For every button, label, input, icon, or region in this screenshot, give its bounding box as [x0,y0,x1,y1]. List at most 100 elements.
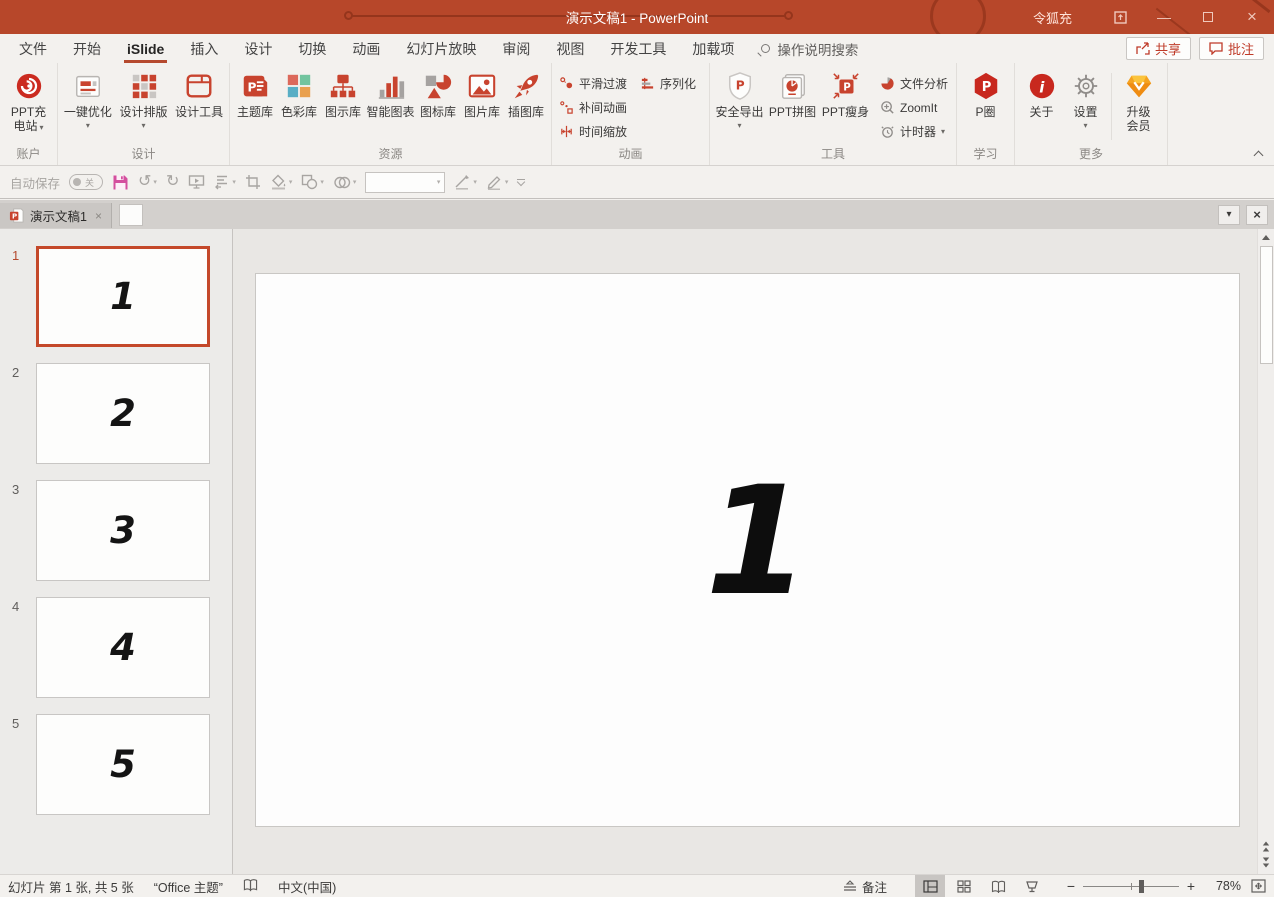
spellcheck-button[interactable] [243,878,258,895]
slide-thumbnail-2[interactable]: 2 2 [0,363,233,464]
previous-slide-button[interactable] [1258,838,1274,854]
ppt-charge-button[interactable]: PPT充 电站 ▾ [3,67,54,133]
comments-button[interactable]: 批注 [1198,37,1264,60]
share-button[interactable]: 共享 [1125,37,1191,60]
slide-sorter-button[interactable] [949,875,979,897]
qat-combobox[interactable]: ▾ [365,171,446,193]
timer-button[interactable]: 计时器 ▾ [876,121,951,142]
autosave-toggle[interactable]: 关 [69,174,104,190]
fit-slide-to-window-button[interactable] [1251,879,1266,893]
theme-library-button[interactable]: P 主题库 [233,67,277,119]
tab-developer[interactable]: 开发工具 [597,34,679,63]
slide-thumbnail-4[interactable]: 4 4 [0,597,233,698]
zoom-out-button[interactable]: − [1063,878,1079,894]
diagram-library-button[interactable]: 图示库 [321,67,365,119]
save-button[interactable] [112,174,129,191]
slide-thumbnail-1[interactable]: 1 1 [0,246,233,347]
notes-button[interactable]: 备注 [843,877,887,896]
reading-view-button[interactable] [983,875,1013,897]
tab-bar-close-button[interactable]: × [1246,204,1268,225]
color-library-icon [283,70,315,102]
theme-name[interactable]: “Office 主题” [154,877,223,896]
ppt-slim-button[interactable]: P PPT瘦身 [819,67,872,119]
close-button[interactable]: × [1230,0,1274,34]
tab-islide[interactable]: iSlide [114,34,177,63]
language-indicator[interactable]: 中文(中国) [278,877,336,896]
slide-thumbnail-box[interactable]: 2 [36,363,210,464]
save-icon [113,175,128,189]
ppt-puzzle-button[interactable]: PPT拼图 [766,67,819,119]
customize-qat-button[interactable] [517,177,526,187]
maximize-button[interactable] [1186,0,1230,34]
tab-close-icon[interactable]: × [95,209,102,223]
zoom-in-button[interactable]: + [1183,878,1199,894]
tab-insert[interactable]: 插入 [177,34,231,63]
minimize-button[interactable]: — [1142,0,1186,34]
tell-me-search[interactable]: 操作说明搜索 [761,34,858,63]
ribbon-display-options-button[interactable] [1098,0,1142,34]
tab-file[interactable]: 文件 [6,34,60,63]
tween-animation-button[interactable]: 补间动画 [555,97,630,118]
group-label-resources: 资源 [378,147,403,161]
smooth-transition-button[interactable]: 平滑过渡 [555,73,630,94]
serialize-button[interactable]: 序列化 [636,73,699,94]
time-scale-button[interactable]: 时间缩放 [555,121,630,142]
file-analysis-button[interactable]: 文件分析 [876,73,951,94]
color-library-button[interactable]: 色彩库 [277,67,321,119]
about-button[interactable]: i 关于 [1020,67,1064,119]
tab-design[interactable]: 设计 [231,34,285,63]
slide-thumbnail-box[interactable]: 3 [36,480,210,581]
slideshow-view-button[interactable] [1017,875,1047,897]
slide-canvas[interactable]: 1 [255,273,1240,827]
scroll-up-button[interactable] [1258,229,1274,245]
zoom-slider[interactable] [1083,879,1179,893]
smart-chart-button[interactable]: 智能图表 [365,67,416,119]
redo-button[interactable]: ↻ [166,174,179,190]
tab-transitions[interactable]: 切换 [285,34,339,63]
tab-review[interactable]: 审阅 [489,34,543,63]
safe-export-button[interactable]: P 安全导出 ▾ [713,67,766,130]
start-slideshow-button[interactable] [188,174,205,190]
upgrade-member-label-line2: 会员 [1126,119,1151,133]
design-layout-icon [128,70,160,102]
illustration-library-button[interactable]: 插图库 [504,67,548,119]
zoomit-button[interactable]: ZoomIt [876,97,951,118]
undo-button[interactable]: ↺ ▾ [138,174,157,190]
collapse-ribbon-button[interactable] [1254,149,1262,157]
design-tools-button[interactable]: 设计工具 [172,67,226,119]
slide-thumbnail-box[interactable]: 5 [36,714,210,815]
slide-thumbnail-box[interactable]: 4 [36,597,210,698]
crop-button[interactable] [245,174,261,190]
tab-slideshow[interactable]: 幻灯片放映 [393,34,489,63]
document-tab-active[interactable]: P 演示文稿1 × [0,203,112,228]
slide-thumbnail-3[interactable]: 3 3 [0,480,233,581]
shape-outline-button[interactable]: ▾ [454,174,477,190]
account-user-name[interactable]: 令狐充 [1033,8,1072,27]
tab-list-dropdown-button[interactable]: ▾ [1218,204,1240,225]
next-slide-button[interactable] [1258,854,1274,870]
normal-view-button[interactable] [915,875,945,897]
shape-button[interactable]: ▾ [301,174,324,190]
zoom-level[interactable]: 78% [1203,879,1241,893]
fill-color-button[interactable]: ▾ [270,174,292,190]
settings-button[interactable]: 设置 ▾ [1064,67,1108,130]
zoom-slider-handle[interactable] [1139,880,1144,893]
tab-home[interactable]: 开始 [60,34,114,63]
slide-counter[interactable]: 幻灯片 第 1 张, 共 5 张 [8,877,134,896]
scrollbar-thumb[interactable] [1259,246,1273,364]
p-circle-button[interactable]: P P圈 [961,67,1011,119]
tab-addins[interactable]: 加载项 [679,34,747,63]
pen-color-button[interactable]: ▾ [486,174,508,190]
slide-thumbnail-box[interactable]: 1 [36,246,210,347]
slide-thumbnail-5[interactable]: 5 5 [0,714,233,815]
picture-library-button[interactable]: 图片库 [460,67,504,119]
new-document-tab-button[interactable] [118,203,143,226]
design-layout-button[interactable]: 设计排版 ▾ [117,67,171,130]
icon-library-button[interactable]: 图标库 [416,67,460,119]
merge-shapes-button[interactable]: ▾ [333,175,356,190]
tab-view[interactable]: 视图 [543,34,597,63]
upgrade-member-button[interactable]: 升级 会员 [1115,67,1163,133]
one-key-optimize-button[interactable]: 一键优化 ▾ [61,67,115,130]
tab-animations[interactable]: 动画 [339,34,393,63]
arrange-button[interactable]: ▾ [214,174,236,190]
